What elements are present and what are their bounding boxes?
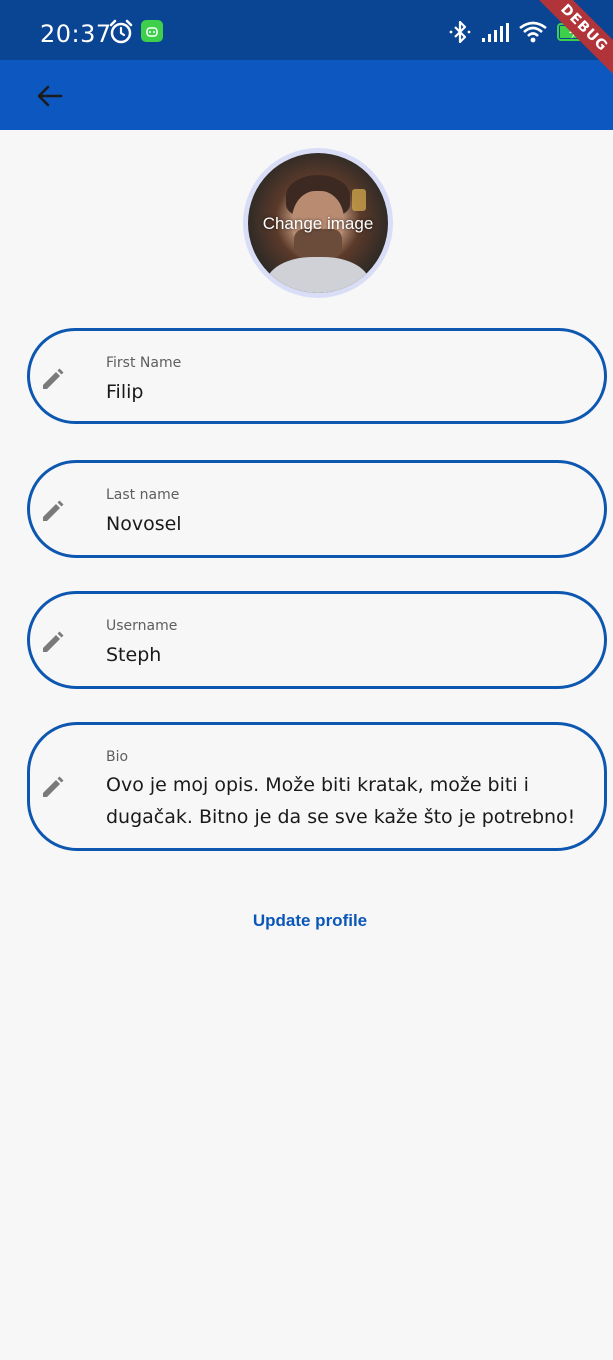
first-name-label: First Name <box>106 355 182 371</box>
signal-icon <box>482 23 509 42</box>
last-name-label: Last name <box>106 487 180 503</box>
status-bar: 20:37 <box>0 0 613 60</box>
android-notification-icon <box>141 20 163 42</box>
username-field[interactable]: Username Steph <box>27 591 607 689</box>
first-name-value: Filip <box>106 381 144 403</box>
last-name-value: Novosel <box>106 513 182 535</box>
username-label: Username <box>106 618 178 634</box>
bio-field[interactable]: Bio Ovo je moj opis. Može biti kratak, m… <box>27 722 607 851</box>
wifi-icon <box>519 21 547 43</box>
alarm-icon <box>109 19 133 44</box>
status-time: 20:37 <box>40 20 112 48</box>
edit-pencil-icon <box>43 368 64 389</box>
app-bar <box>0 60 613 130</box>
profile-image-button[interactable]: Change image <box>243 148 393 298</box>
arrow-back-icon <box>37 85 63 107</box>
avatar: Change image <box>248 153 388 293</box>
edit-pencil-icon <box>43 776 64 797</box>
change-image-label: Change image <box>262 214 374 233</box>
last-name-field[interactable]: Last name Novosel <box>27 460 607 558</box>
bio-value: Ovo je moj opis. Može biti kratak, može … <box>106 774 576 828</box>
update-profile-button[interactable]: Update profile <box>230 905 390 937</box>
edit-pencil-icon <box>43 631 64 652</box>
first-name-field[interactable]: First Name Filip <box>27 328 607 424</box>
bio-label: Bio <box>106 749 129 765</box>
username-value: Steph <box>106 644 162 666</box>
back-button[interactable] <box>28 74 72 118</box>
bluetooth-icon <box>449 20 471 44</box>
edit-pencil-icon <box>43 500 64 521</box>
